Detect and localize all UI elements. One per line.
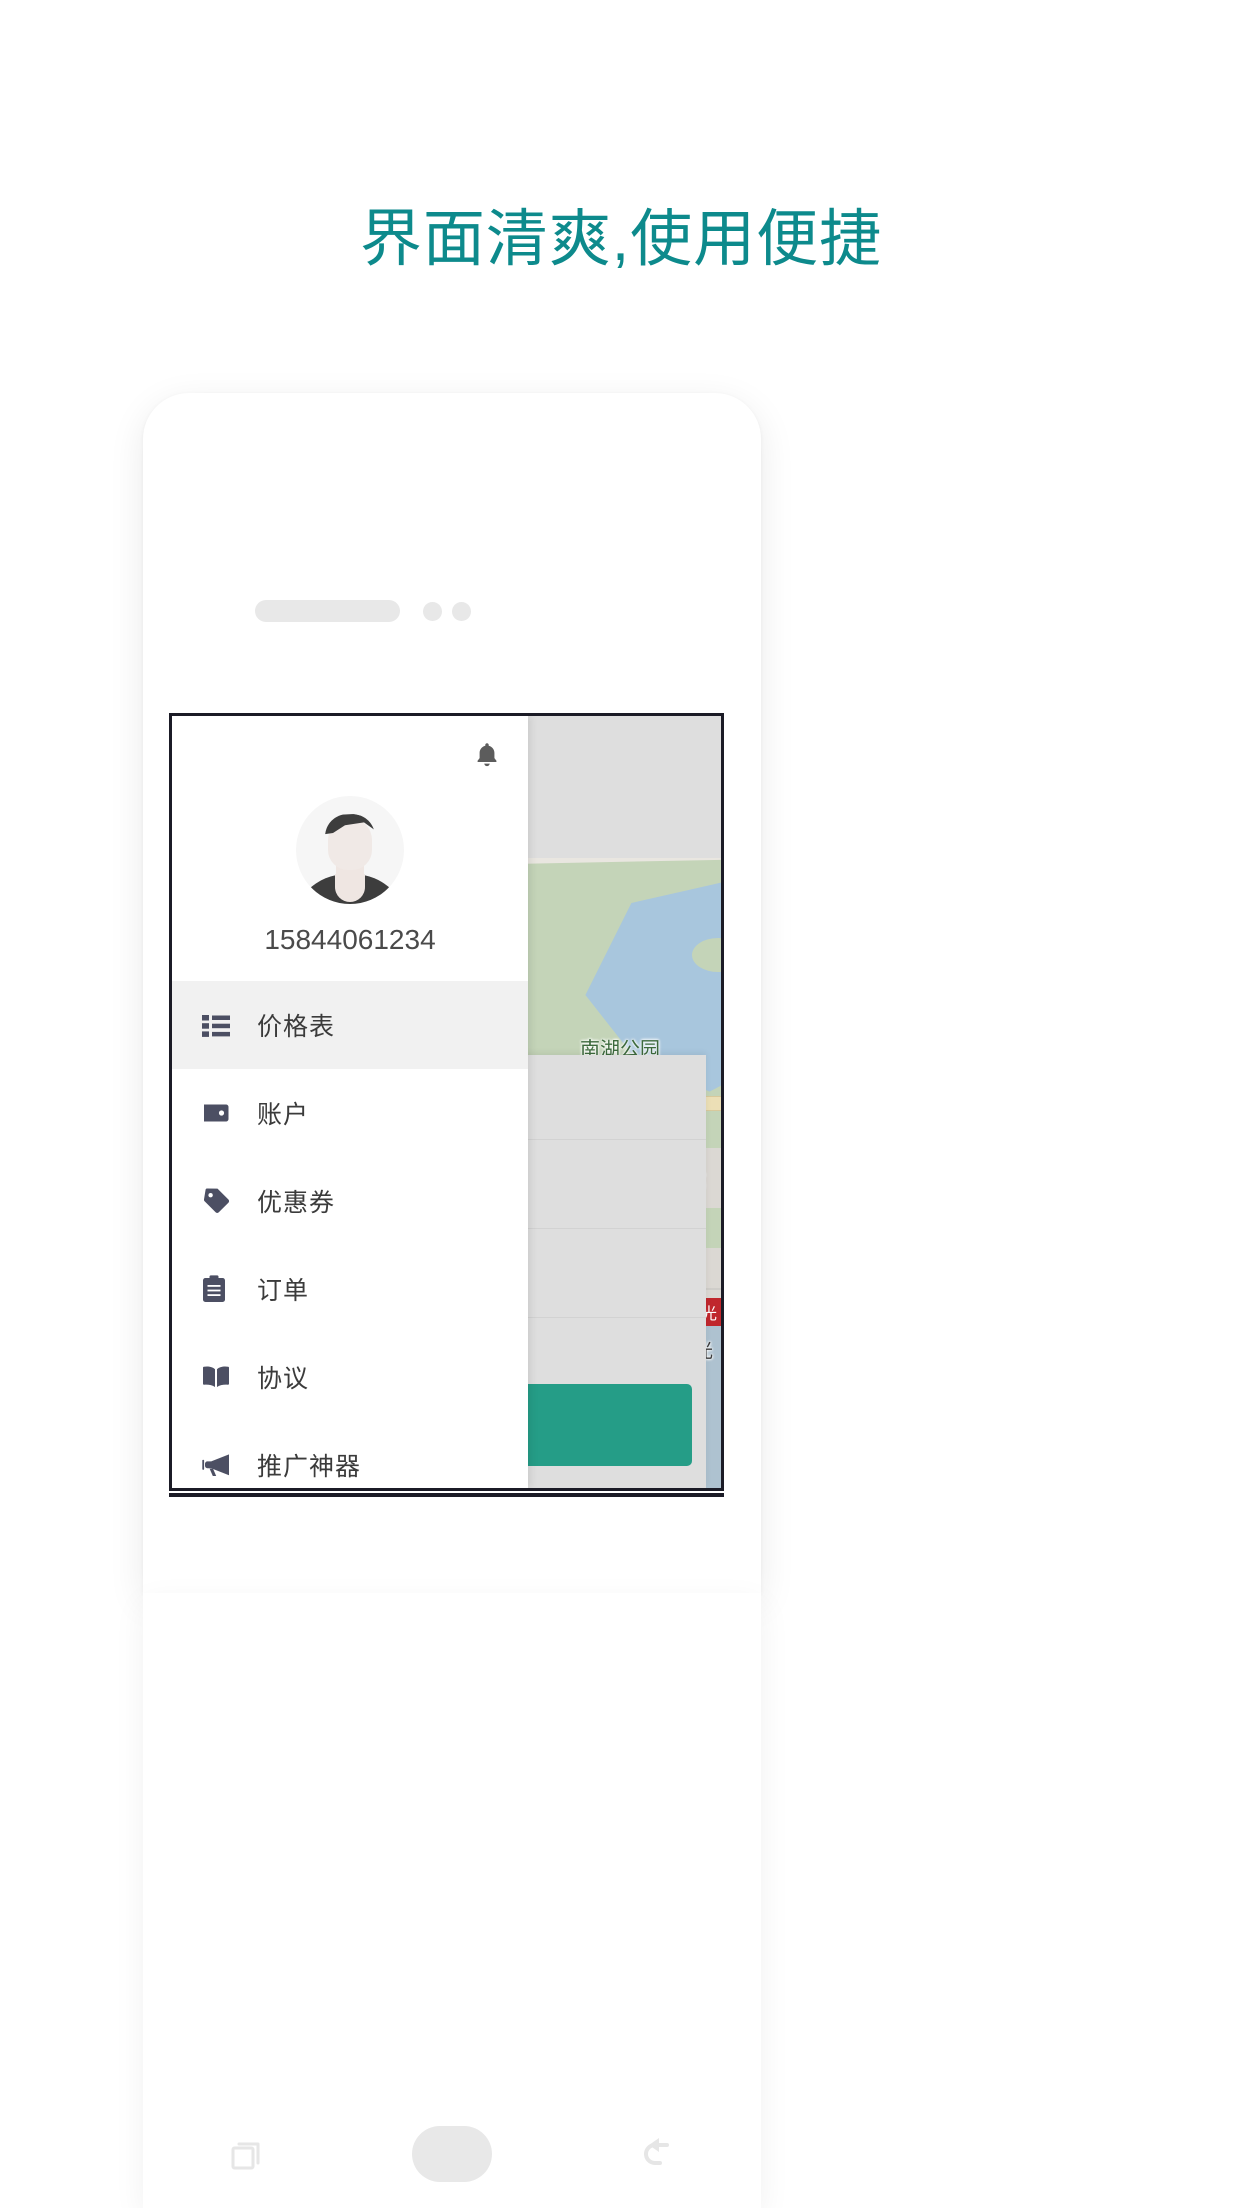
back-button[interactable] — [618, 2124, 698, 2184]
tag-icon — [202, 1184, 240, 1218]
megaphone-icon — [202, 1448, 240, 1482]
avatar[interactable] — [296, 796, 404, 904]
home-icon — [412, 2126, 492, 2182]
page-title: 界面清爽,使用便捷 — [359, 205, 883, 274]
navigation-drawer[interactable]: 15844061234 价格表 账户 优惠券 订单 协议 推广神器 — [172, 716, 528, 1488]
menu-item-price-list[interactable]: 价格表 — [172, 981, 528, 1069]
recents-icon — [231, 2142, 260, 2170]
wallet-icon — [202, 1096, 240, 1130]
page-root: 界面清爽,使用便捷 专车 — [0, 0, 1242, 2208]
system-navigation-bar — [143, 2100, 761, 2208]
menu-item-label: 价格表 — [257, 1013, 336, 1041]
back-icon — [644, 2138, 669, 2165]
sensor-icon — [452, 602, 471, 621]
phone-screen: 专车 — [169, 713, 724, 1491]
recents-button[interactable] — [206, 2124, 286, 2184]
user-phone-number: 15844061234 — [264, 924, 436, 955]
menu-item-label: 优惠券 — [257, 1189, 336, 1217]
speaker-grille-icon — [255, 600, 400, 622]
bell-icon[interactable] — [472, 740, 502, 770]
menu-item-label: 账户 — [257, 1101, 310, 1129]
drawer-menu: 价格表 账户 优惠券 订单 协议 推广神器 — [172, 981, 528, 1488]
menu-item-agreement[interactable]: 协议 — [172, 1333, 528, 1421]
front-camera-icon — [423, 602, 442, 621]
clipboard-icon — [202, 1272, 240, 1306]
home-button[interactable] — [412, 2124, 492, 2184]
menu-item-promotion[interactable]: 推广神器 — [172, 1421, 528, 1488]
menu-item-label: 订单 — [257, 1277, 310, 1305]
menu-item-coupon[interactable]: 优惠券 — [172, 1157, 528, 1245]
menu-item-account[interactable]: 账户 — [172, 1069, 528, 1157]
menu-item-orders[interactable]: 订单 — [172, 1245, 528, 1333]
menu-item-label: 推广神器 — [257, 1453, 362, 1481]
book-icon — [202, 1360, 240, 1394]
screen-bottom-edge — [169, 1493, 724, 1497]
menu-item-label: 协议 — [257, 1365, 310, 1393]
list-icon — [202, 1008, 240, 1042]
